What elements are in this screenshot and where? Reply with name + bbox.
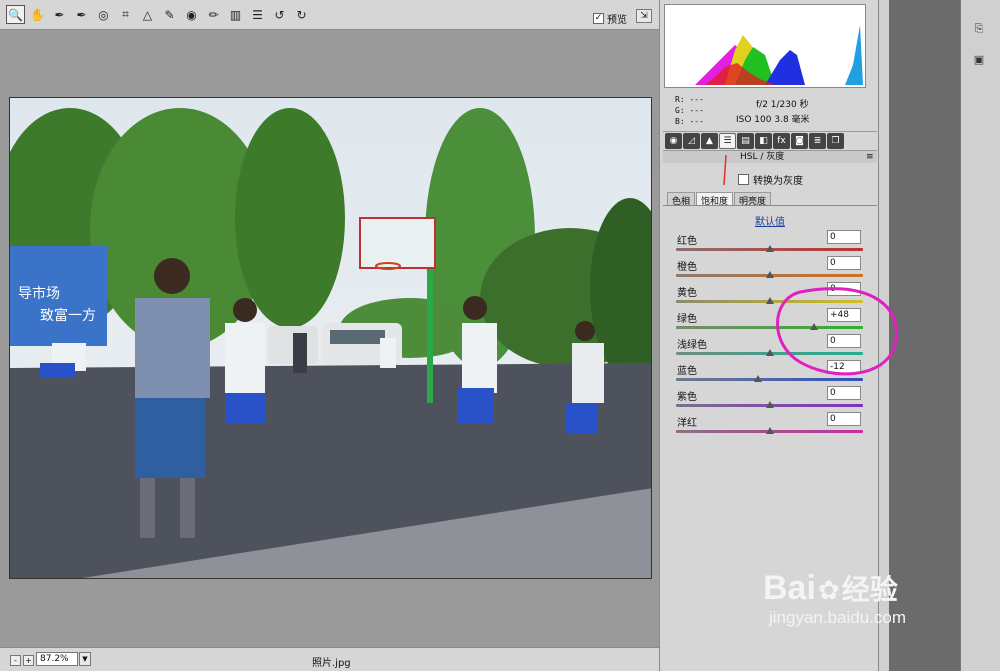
rotate-right-tool-icon[interactable]: ↻ xyxy=(292,5,311,24)
presets-tab-icon[interactable]: ≣ xyxy=(809,133,826,149)
slider-thumb[interactable] xyxy=(765,349,774,356)
hsl-subtabs: 色相 饱和度 明亮度 xyxy=(663,192,877,207)
targeted-adjustment-tool-icon[interactable]: ◎ xyxy=(94,5,113,24)
lens-tab-icon[interactable]: ◧ xyxy=(755,133,772,149)
svg-text:致富一方: 致富一方 xyxy=(40,307,96,324)
red-eye-tool-icon[interactable]: ◉ xyxy=(182,5,201,24)
zoom-level-field[interactable]: 87.2% xyxy=(36,652,78,666)
slider-value-field[interactable]: 0 xyxy=(827,334,861,348)
white-balance-tool-icon[interactable]: ✒ xyxy=(50,5,69,24)
slider-thumb[interactable] xyxy=(754,375,763,382)
convert-grayscale-checkbox[interactable] xyxy=(738,174,749,185)
straighten-tool-icon[interactable]: △ xyxy=(138,5,157,24)
slider-label: 洋红 xyxy=(677,418,697,429)
slider-row: 黄色 0 xyxy=(663,282,877,310)
preferences-tool-icon[interactable]: ☰ xyxy=(248,5,267,24)
blue-readout: B: --- xyxy=(675,117,704,126)
panel-tab-icons: ◉ ◿ ▲ ☰ ▤ ◧ fx ◙ ≣ ❐ xyxy=(663,131,877,151)
section-title: HSL / 灰度 xyxy=(663,151,877,163)
slider-row: 绿色 +48 xyxy=(663,308,877,336)
info-area: R: --- G: --- B: --- f/2 1/230 秒 ISO 100… xyxy=(663,90,877,130)
histogram xyxy=(664,4,866,88)
slider-track[interactable] xyxy=(676,378,863,381)
slider-row: 红色 0 xyxy=(663,230,877,258)
slider-value-field[interactable]: +48 xyxy=(827,308,861,322)
hsl-tab-icon[interactable]: ☰ xyxy=(719,133,736,149)
slider-row: 洋红 0 xyxy=(663,412,877,440)
file-name: 照片.jpg xyxy=(312,658,351,669)
slider-thumb[interactable] xyxy=(765,245,774,252)
slider-label: 浅绿色 xyxy=(677,340,707,351)
paw-icon: ✿ xyxy=(817,576,840,606)
slider-thumb[interactable] xyxy=(765,297,774,304)
slider-value-field[interactable]: 0 xyxy=(827,282,861,296)
slider-label: 黄色 xyxy=(677,288,697,299)
preview-toggle[interactable]: ✓ 预览 xyxy=(593,11,627,26)
svg-text:导市场: 导市场 xyxy=(18,285,60,302)
snapshots-tab-icon[interactable]: ❐ xyxy=(827,133,844,149)
convert-grayscale-option[interactable]: 转换为灰度 xyxy=(738,172,803,187)
slider-track[interactable] xyxy=(676,326,863,329)
graduated-filter-tool-icon[interactable]: ▥ xyxy=(226,5,245,24)
preview-label: 预览 xyxy=(607,15,627,26)
slider-thumb[interactable] xyxy=(765,427,774,434)
watermark-brand: Bai xyxy=(763,569,816,607)
camera-calibration-tab-icon[interactable]: ◙ xyxy=(791,133,808,149)
iso-focal-length: ISO 100 3.8 毫米 xyxy=(736,115,810,125)
dock-history-icon[interactable]: ⎘ xyxy=(971,20,987,38)
slider-label: 橙色 xyxy=(677,262,697,273)
green-readout: G: --- xyxy=(675,106,704,115)
baidu-watermark: Bai ✿ 经验 jingyan.baidu.com xyxy=(763,568,906,628)
color-sampler-tool-icon[interactable]: ✒ xyxy=(72,5,91,24)
slider-value-field[interactable]: 0 xyxy=(827,412,861,426)
side-dock: ⎘ ▣ xyxy=(960,0,1000,671)
adjustment-brush-tool-icon[interactable]: ✏ xyxy=(204,5,223,24)
spot-removal-tool-icon[interactable]: ✎ xyxy=(160,5,179,24)
dock-layers-icon[interactable]: ▣ xyxy=(971,50,987,68)
slider-row: 橙色 0 xyxy=(663,256,877,284)
slider-value-field[interactable]: -12 xyxy=(827,360,861,374)
slider-label: 绿色 xyxy=(677,314,697,325)
watermark-url: jingyan.baidu.com xyxy=(769,608,907,627)
slider-thumb[interactable] xyxy=(765,271,774,278)
zoom-in-button[interactable]: + xyxy=(23,655,34,666)
slider-row: 紫色 0 xyxy=(663,386,877,414)
slider-value-field[interactable]: 0 xyxy=(827,386,861,400)
rotate-left-tool-icon[interactable]: ↺ xyxy=(270,5,289,24)
slider-label: 紫色 xyxy=(677,392,697,403)
convert-grayscale-label: 转换为灰度 xyxy=(753,176,803,187)
slider-label: 红色 xyxy=(677,236,697,247)
basic-tab-icon[interactable]: ◉ xyxy=(665,133,682,149)
slider-row: 浅绿色 0 xyxy=(663,334,877,362)
tab-hue[interactable]: 色相 xyxy=(667,192,696,207)
default-link[interactable]: 默认值 xyxy=(755,213,785,228)
zoom-tool-icon[interactable]: 🔍 xyxy=(6,5,25,24)
red-readout: R: --- xyxy=(675,95,704,104)
crop-tool-icon[interactable]: ⌗ xyxy=(116,5,135,24)
slider-value-field[interactable]: 0 xyxy=(827,256,861,270)
detail-tab-icon[interactable]: ▲ xyxy=(701,133,718,149)
hand-tool-icon[interactable]: ✋ xyxy=(28,5,47,24)
effects-tab-icon[interactable]: fx xyxy=(773,133,790,149)
slider-label: 蓝色 xyxy=(677,366,697,377)
basketball-court-photo: 导市场 致富一方 xyxy=(10,98,651,578)
zoom-out-button[interactable]: - xyxy=(10,655,21,666)
tab-luminance[interactable]: 明亮度 xyxy=(734,192,772,207)
tab-saturation[interactable]: 饱和度 xyxy=(696,192,734,207)
aperture-shutter: f/2 1/230 秒 xyxy=(756,100,809,110)
watermark-suffix: 经验 xyxy=(841,573,898,606)
section-menu-icon[interactable]: ≡ xyxy=(866,152,874,162)
tone-curve-tab-icon[interactable]: ◿ xyxy=(683,133,700,149)
photo-preview[interactable]: 导市场 致富一方 xyxy=(9,97,652,579)
toolbar: 🔍 ✋ ✒ ✒ ◎ ⌗ △ ✎ ◉ ✏ ▥ ☰ ↺ ↻ xyxy=(0,0,659,30)
slider-row: 蓝色 -12 xyxy=(663,360,877,388)
fullscreen-button[interactable]: ⇲ xyxy=(636,9,652,23)
slider-thumb[interactable] xyxy=(765,401,774,408)
split-toning-tab-icon[interactable]: ▤ xyxy=(737,133,754,149)
slider-value-field[interactable]: 0 xyxy=(827,230,861,244)
preview-checkbox[interactable]: ✓ xyxy=(593,13,604,24)
slider-thumb[interactable] xyxy=(810,323,819,330)
zoom-dropdown-button[interactable]: ▼ xyxy=(79,652,91,666)
